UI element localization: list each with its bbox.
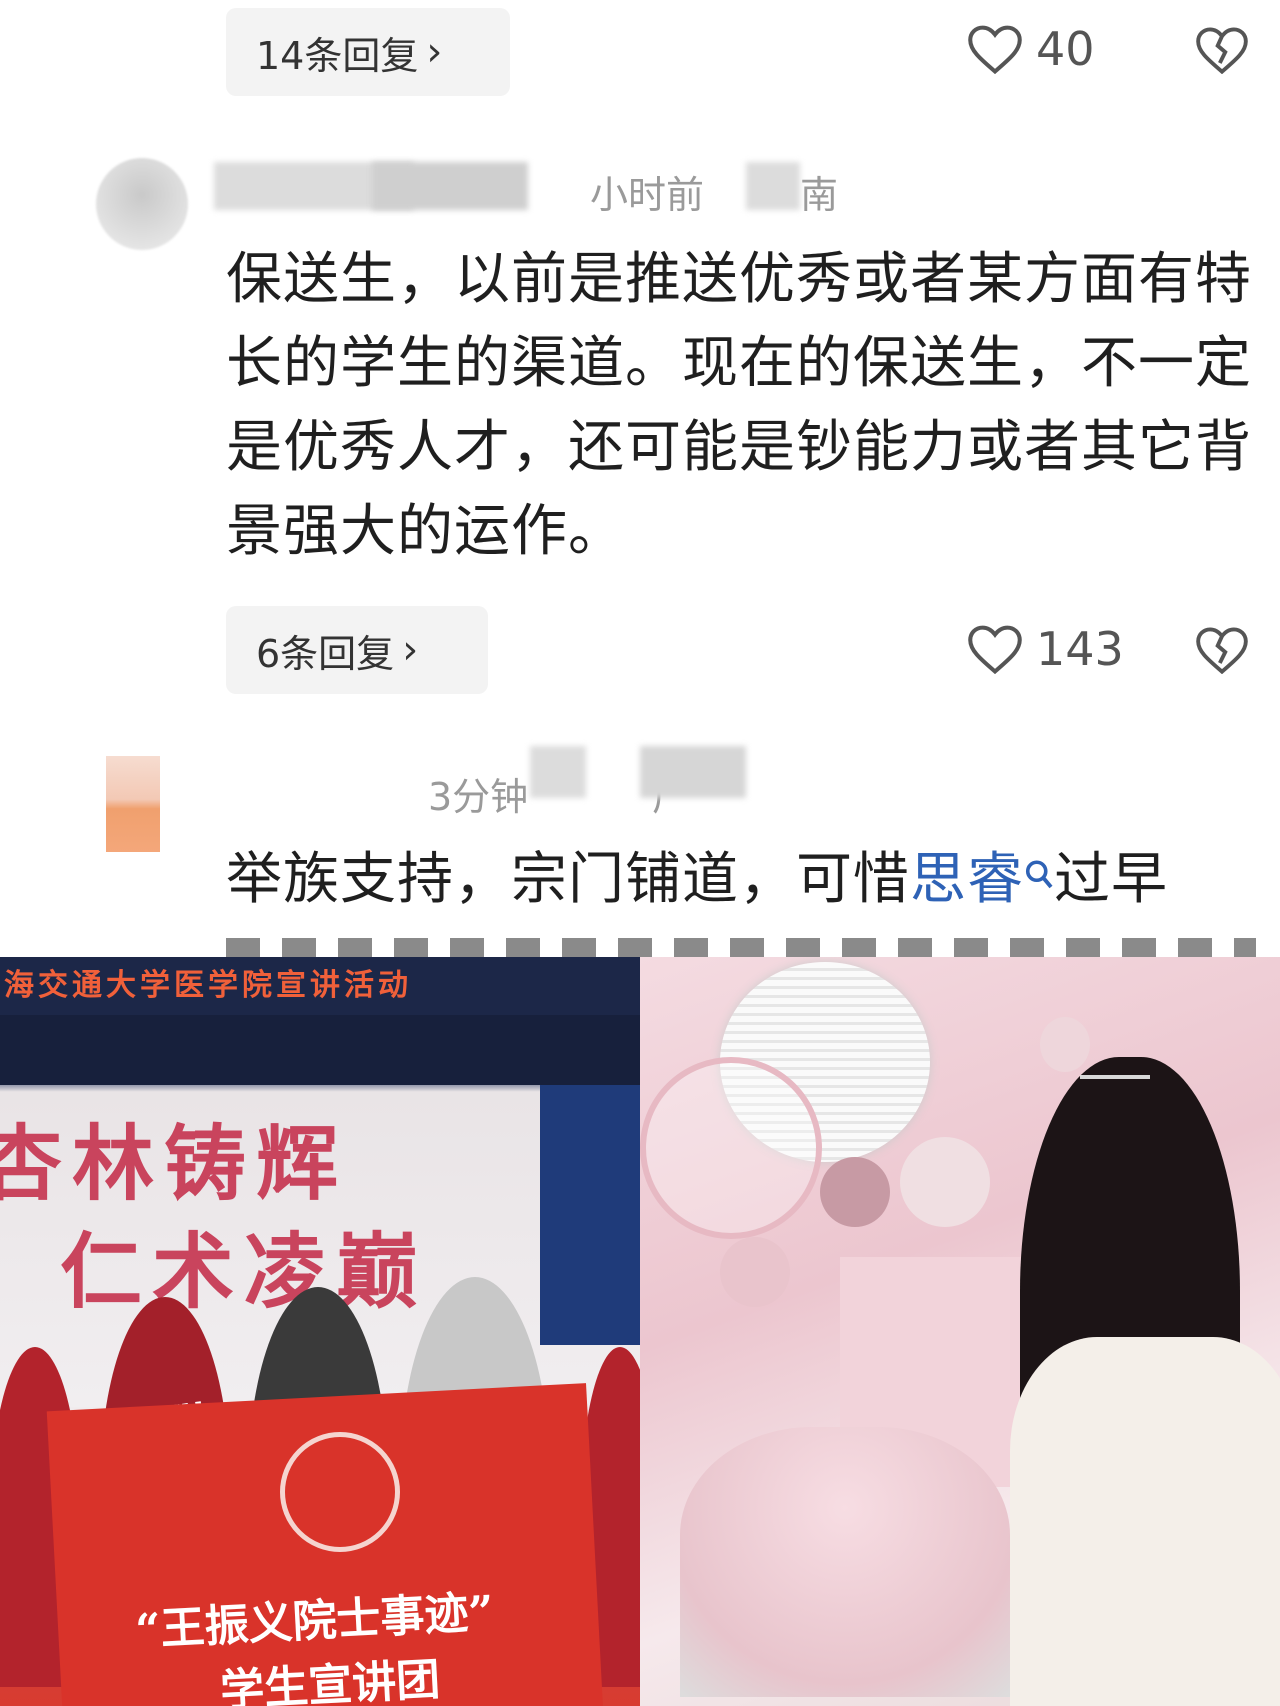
location-blurred (640, 746, 746, 798)
location-blurred (746, 162, 800, 210)
balloon (640, 1057, 822, 1239)
balloon (820, 1157, 890, 1227)
stage-curtain (540, 1085, 640, 1345)
banner-line2: 学生宣讲团 (219, 1654, 442, 1706)
balloon (720, 1237, 790, 1307)
stage-title-line1: 杏林铸辉 (0, 1116, 349, 1212)
comment-text-suffix: 过早 (1054, 847, 1168, 912)
stage-lights (0, 1015, 640, 1085)
avatar[interactable] (106, 756, 160, 852)
emblem-icon (280, 1432, 400, 1552)
balloon (900, 1137, 990, 1227)
photo-caption: 海交通大学医学院宣讲活动 (0, 957, 640, 1015)
heart-icon (968, 624, 1022, 674)
search-icon[interactable] (1024, 832, 1054, 916)
party-photo[interactable] (640, 957, 1280, 1706)
heart-icon (968, 24, 1022, 74)
comment-body-clipped (226, 930, 1256, 957)
flower-table (680, 1427, 1010, 1697)
event-photo[interactable]: 海交通大学医学院宣讲活动 杏林铸辉 仁术凌巅 SJTU “王振义院士事迹” 学生… (0, 957, 640, 1706)
chevron-right-icon: › (426, 29, 443, 75)
dislike-icon[interactable] (1196, 26, 1248, 74)
username-blurred-2 (372, 162, 528, 210)
comment-time: 小时前 (590, 173, 705, 217)
avatar[interactable] (96, 158, 188, 250)
person-shawl (1010, 1337, 1280, 1706)
time-blurred (530, 746, 586, 798)
search-link[interactable]: 思睿 (910, 847, 1024, 912)
tiara-icon (1080, 1057, 1150, 1079)
like-count: 143 (1036, 622, 1124, 676)
like-count: 40 (1036, 22, 1095, 76)
like-button[interactable]: 143 (968, 622, 1124, 676)
comment-time: 3分钟 (428, 775, 529, 819)
comment-body: 保送生，以前是推送优秀或者某方面有特长的学生的渠道。现在的保送生，不一定是优秀人… (226, 247, 1252, 564)
reply-count-button[interactable]: 6条回复 › (226, 606, 488, 694)
chevron-right-icon: › (402, 627, 419, 673)
reply-count-button[interactable]: 14条回复 › (226, 8, 510, 96)
dislike-icon[interactable] (1196, 626, 1248, 674)
stage-title-line2: 仁术凌巅 (60, 1224, 429, 1320)
comment-location: 南 (800, 173, 839, 217)
comment-text-prefix: 举族支持，宗门铺道，可惜 (226, 847, 910, 912)
reply-count-label: 14条回复 (256, 33, 419, 78)
comment-body: 举族支持，宗门铺道，可惜思睿 过早 (226, 838, 1256, 922)
reply-count-label: 6条回复 (256, 631, 395, 676)
like-button[interactable]: 40 (968, 22, 1095, 76)
